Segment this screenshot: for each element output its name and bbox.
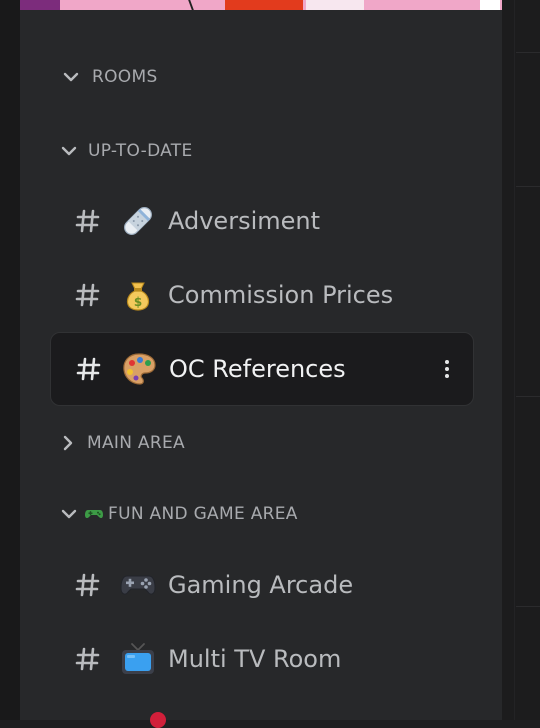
category-rooms[interactable]: ROOMS bbox=[60, 66, 158, 88]
category-label: ROOMS bbox=[92, 67, 158, 87]
bandage-icon bbox=[120, 203, 156, 239]
television-icon bbox=[120, 641, 156, 677]
channel-label: Multi TV Room bbox=[168, 645, 342, 673]
channel-label: Gaming Arcade bbox=[168, 571, 354, 599]
category-up-to-date[interactable]: UP-TO-DATE bbox=[58, 140, 193, 162]
category-fun-and-game-area[interactable]: FUN AND GAME AREA bbox=[58, 503, 298, 525]
money-bag-icon: $ bbox=[120, 277, 156, 313]
artist-palette-icon bbox=[121, 351, 157, 387]
channel-gaming-arcade[interactable]: Gaming Arcade bbox=[50, 549, 472, 621]
hashtag-icon bbox=[74, 645, 102, 673]
channel-commission-prices[interactable]: $ Commission Prices bbox=[50, 259, 472, 331]
channel-label: Commission Prices bbox=[168, 281, 394, 309]
category-main-area[interactable]: MAIN AREA bbox=[57, 432, 185, 454]
channel-label: Adversiment bbox=[168, 207, 321, 235]
more-options-icon[interactable] bbox=[443, 357, 451, 381]
category-label: MAIN AREA bbox=[87, 433, 185, 453]
chevron-down-icon bbox=[58, 140, 80, 162]
chevron-down-icon bbox=[58, 503, 80, 525]
svg-text:$: $ bbox=[134, 295, 142, 309]
chevron-down-icon bbox=[60, 66, 82, 88]
server-banner bbox=[20, 0, 502, 10]
channel-multi-tv-room[interactable]: Multi TV Room bbox=[50, 623, 472, 695]
hashtag-icon bbox=[74, 207, 102, 235]
channel-oc-references[interactable]: OC References bbox=[50, 332, 474, 406]
video-game-icon bbox=[120, 567, 156, 603]
category-label: UP-TO-DATE bbox=[88, 141, 193, 161]
chevron-right-icon bbox=[57, 432, 79, 454]
channel-emoji-icon bbox=[150, 712, 166, 728]
chat-area-edge bbox=[502, 0, 540, 720]
channel-sidebar: ROOMS UP-TO-DATE Adversiment $ Commissio… bbox=[20, 0, 502, 728]
hashtag-icon bbox=[74, 281, 102, 309]
category-label: FUN AND GAME AREA bbox=[108, 504, 298, 524]
channel-adversiment[interactable]: Adversiment bbox=[50, 185, 472, 257]
channel-label: OC References bbox=[169, 355, 346, 383]
game-controller-icon bbox=[84, 504, 104, 524]
hashtag-icon bbox=[74, 571, 102, 599]
hashtag-icon bbox=[75, 355, 103, 383]
server-list-edge bbox=[0, 0, 20, 720]
